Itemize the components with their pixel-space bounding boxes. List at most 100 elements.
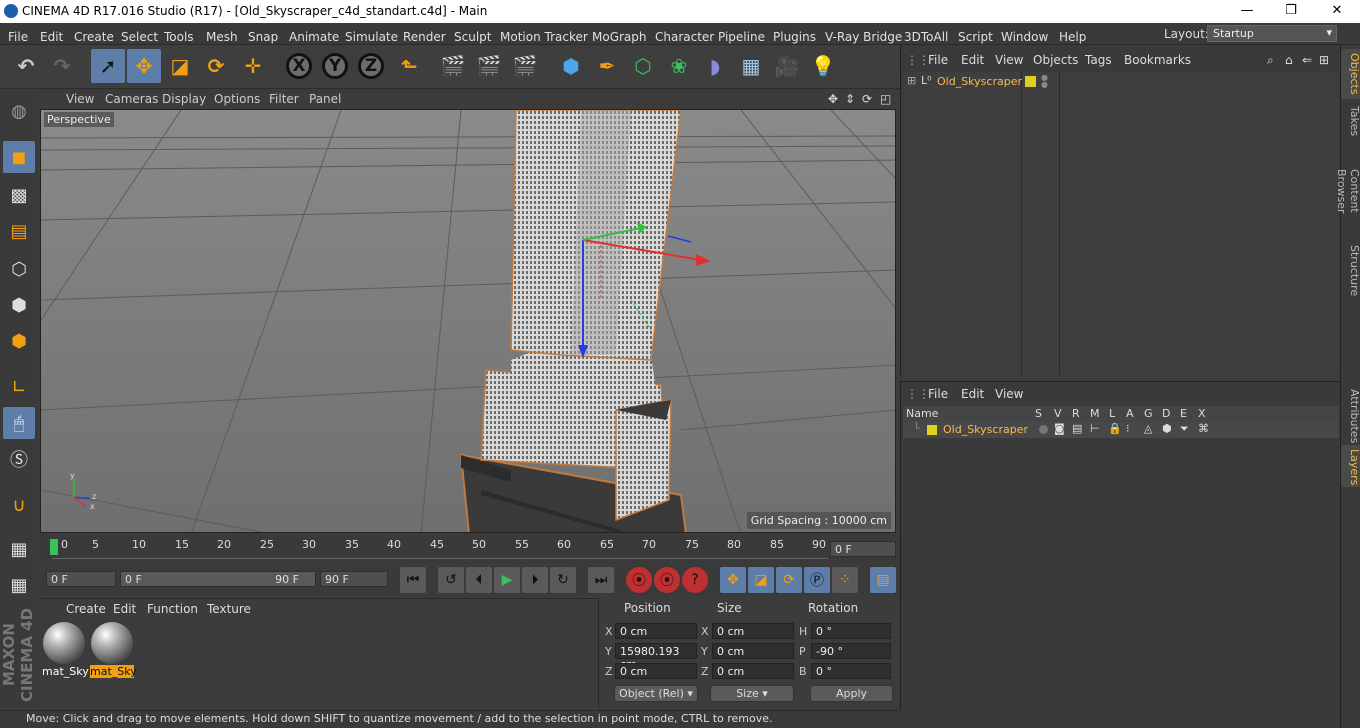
viewport-menu-panel[interactable]: Panel (309, 92, 341, 106)
size-mode-dropdown[interactable]: Size ▾ (710, 685, 794, 702)
menu-sculpt[interactable]: Sculpt (454, 27, 491, 44)
menu-file[interactable]: File (8, 27, 28, 44)
column-generators[interactable]: G (1144, 407, 1153, 420)
light-button[interactable]: 💡 (806, 49, 840, 83)
live-selection-button[interactable]: ➚ (91, 49, 125, 83)
render-clapper-icon[interactable]: ▤ (1072, 422, 1082, 435)
menu-snap[interactable]: Snap (248, 27, 278, 44)
x-axis-lock-button[interactable]: X (282, 49, 316, 83)
workplane-mode-button[interactable]: ▤ (3, 215, 35, 247)
prev-frame-button[interactable]: ⏴ (466, 567, 492, 593)
new-panel-icon[interactable]: ⊞ (1319, 53, 1329, 67)
menu-tools[interactable]: Tools (164, 27, 194, 44)
position-x-field[interactable]: 0 cm (615, 623, 697, 639)
xref-icon[interactable]: ⌘ (1198, 422, 1209, 435)
menu-plugins[interactable]: Plugins (773, 27, 816, 44)
expression-icon[interactable]: ⏷ (1180, 422, 1189, 436)
goto-prev-key-button[interactable]: ↺ (438, 567, 464, 593)
menu-mesh[interactable]: Mesh (206, 27, 238, 44)
lock-icon[interactable]: 🔒 (1108, 422, 1122, 435)
goto-next-key-button[interactable]: ↻ (550, 567, 576, 593)
play-button[interactable]: ▶ (494, 567, 520, 593)
coordinate-mode-dropdown[interactable]: Object (Rel) ▾ (614, 685, 698, 702)
material-menu-edit[interactable]: Edit (113, 602, 136, 616)
apply-button[interactable]: Apply (810, 685, 893, 702)
menu-edit[interactable]: Edit (40, 27, 63, 44)
column-xref[interactable]: X (1198, 407, 1206, 420)
camera-button[interactable]: 🎥 (770, 49, 804, 83)
polygons-mode-button[interactable]: ⬢ (3, 325, 35, 357)
start-frame-field[interactable]: 0 F (46, 571, 116, 587)
menu-3dtoall[interactable]: 3DToAll (904, 27, 948, 44)
back-icon[interactable]: ⇐ (1302, 53, 1312, 67)
eye-icon[interactable]: ◙ (1054, 422, 1065, 435)
timeline-playhead[interactable] (50, 539, 58, 555)
timeline-ruler[interactable]: 0 5 10 15 20 25 30 35 40 45 50 55 60 65 … (40, 534, 900, 564)
solo-toggle-icon[interactable] (1039, 425, 1048, 434)
key-parameter-button[interactable]: Ⓟ (804, 567, 830, 593)
workplane-snap-button[interactable]: ▦ (3, 569, 35, 601)
column-solo[interactable]: S (1035, 407, 1042, 420)
menu-select[interactable]: Select (121, 27, 158, 44)
current-frame-field[interactable]: 0 F (830, 541, 896, 557)
viewport-menu-view[interactable]: View (66, 92, 94, 106)
menu-create[interactable]: Create (74, 27, 114, 44)
rotation-b-field[interactable]: 0 ° (811, 663, 891, 679)
key-point-level-button[interactable]: ⁘ (832, 567, 858, 593)
material-menu-function[interactable]: Function (147, 602, 198, 616)
rotation-h-field[interactable]: 0 ° (811, 623, 891, 639)
y-axis-lock-button[interactable]: Y (318, 49, 352, 83)
autokey-button[interactable]: ⦿ (654, 567, 680, 593)
column-render[interactable]: R (1072, 407, 1080, 420)
menu-script[interactable]: Script (958, 27, 993, 44)
cloner-button[interactable]: ❀ (662, 49, 696, 83)
edges-mode-button[interactable]: ⬢ (3, 289, 35, 321)
layers-menu-file[interactable]: File (928, 387, 948, 401)
key-position-button[interactable]: ✥ (720, 567, 746, 593)
viewport-move-icon[interactable]: ✥ (828, 92, 838, 106)
objects-menu-bookmarks[interactable]: Bookmarks (1124, 53, 1191, 67)
magnet-button[interactable]: ∪ (3, 489, 35, 521)
expand-icon[interactable]: ⊞ (907, 74, 916, 87)
menu-pipeline[interactable]: Pipeline (718, 27, 765, 44)
menu-mograph[interactable]: MoGraph (592, 27, 647, 44)
redo-button[interactable]: ↷ (45, 49, 79, 83)
viewport-rotate-icon[interactable]: ⟳ (862, 92, 872, 106)
goto-start-button[interactable]: ⏮ (400, 567, 426, 593)
cube-primitive-button[interactable]: ⬢ (554, 49, 588, 83)
size-z-field[interactable]: 0 cm (712, 663, 794, 679)
maximize-button[interactable]: ❐ (1268, 0, 1314, 23)
pen-spline-button[interactable]: ✒ (590, 49, 624, 83)
layer-row[interactable]: └ Old_Skyscraper ◙ ▤ ⊢ 🔒 ⁝ ◬ ⬢ ⏷ ⌘ (903, 422, 1339, 438)
objects-menu-tags[interactable]: Tags (1085, 53, 1112, 67)
tab-attributes[interactable]: Attributes (1341, 385, 1360, 443)
points-mode-button[interactable]: ⬡ (3, 253, 35, 285)
make-editable-button[interactable]: ◍ (3, 95, 35, 127)
objects-menu-objects[interactable]: Objects (1033, 53, 1078, 67)
menu-help[interactable]: Help (1059, 27, 1086, 44)
keyframe-selection-button[interactable]: ? (682, 567, 708, 593)
column-animation[interactable]: A (1126, 407, 1134, 420)
size-y-field[interactable]: 0 cm (712, 643, 794, 659)
size-x-field[interactable]: 0 cm (712, 623, 794, 639)
objects-menu-view[interactable]: View (995, 53, 1023, 67)
menu-character[interactable]: Character (655, 27, 714, 44)
frame-range-slider[interactable]: 0 F 90 F (120, 571, 316, 587)
rotate-tool-button[interactable]: ⟳ (199, 49, 233, 83)
menu-window[interactable]: Window (1001, 27, 1048, 44)
layers-menu-edit[interactable]: Edit (961, 387, 984, 401)
model-mode-button[interactable]: ◼ (3, 141, 35, 173)
position-y-field[interactable]: 15980.193 cm (615, 643, 697, 671)
manager-icon[interactable]: ⊢ (1090, 422, 1100, 435)
next-frame-button[interactable]: ⏵ (522, 567, 548, 593)
workplane-lock-button[interactable]: ▦ (3, 533, 35, 565)
perspective-viewport[interactable]: y z x Perspective Grid Spacing : 10000 c… (40, 109, 896, 533)
render-view-button[interactable]: 🎬 (436, 49, 470, 83)
search-icon[interactable]: ⌕ (1267, 53, 1274, 68)
undo-button[interactable]: ↶ (9, 49, 43, 83)
floor-button[interactable]: ▦ (734, 49, 768, 83)
objects-menu-edit[interactable]: Edit (961, 53, 984, 67)
menu-animate[interactable]: Animate (289, 27, 339, 44)
scale-tool-button[interactable]: ◪ (163, 49, 197, 83)
timeline-window-button[interactable]: ▤ (870, 567, 896, 593)
